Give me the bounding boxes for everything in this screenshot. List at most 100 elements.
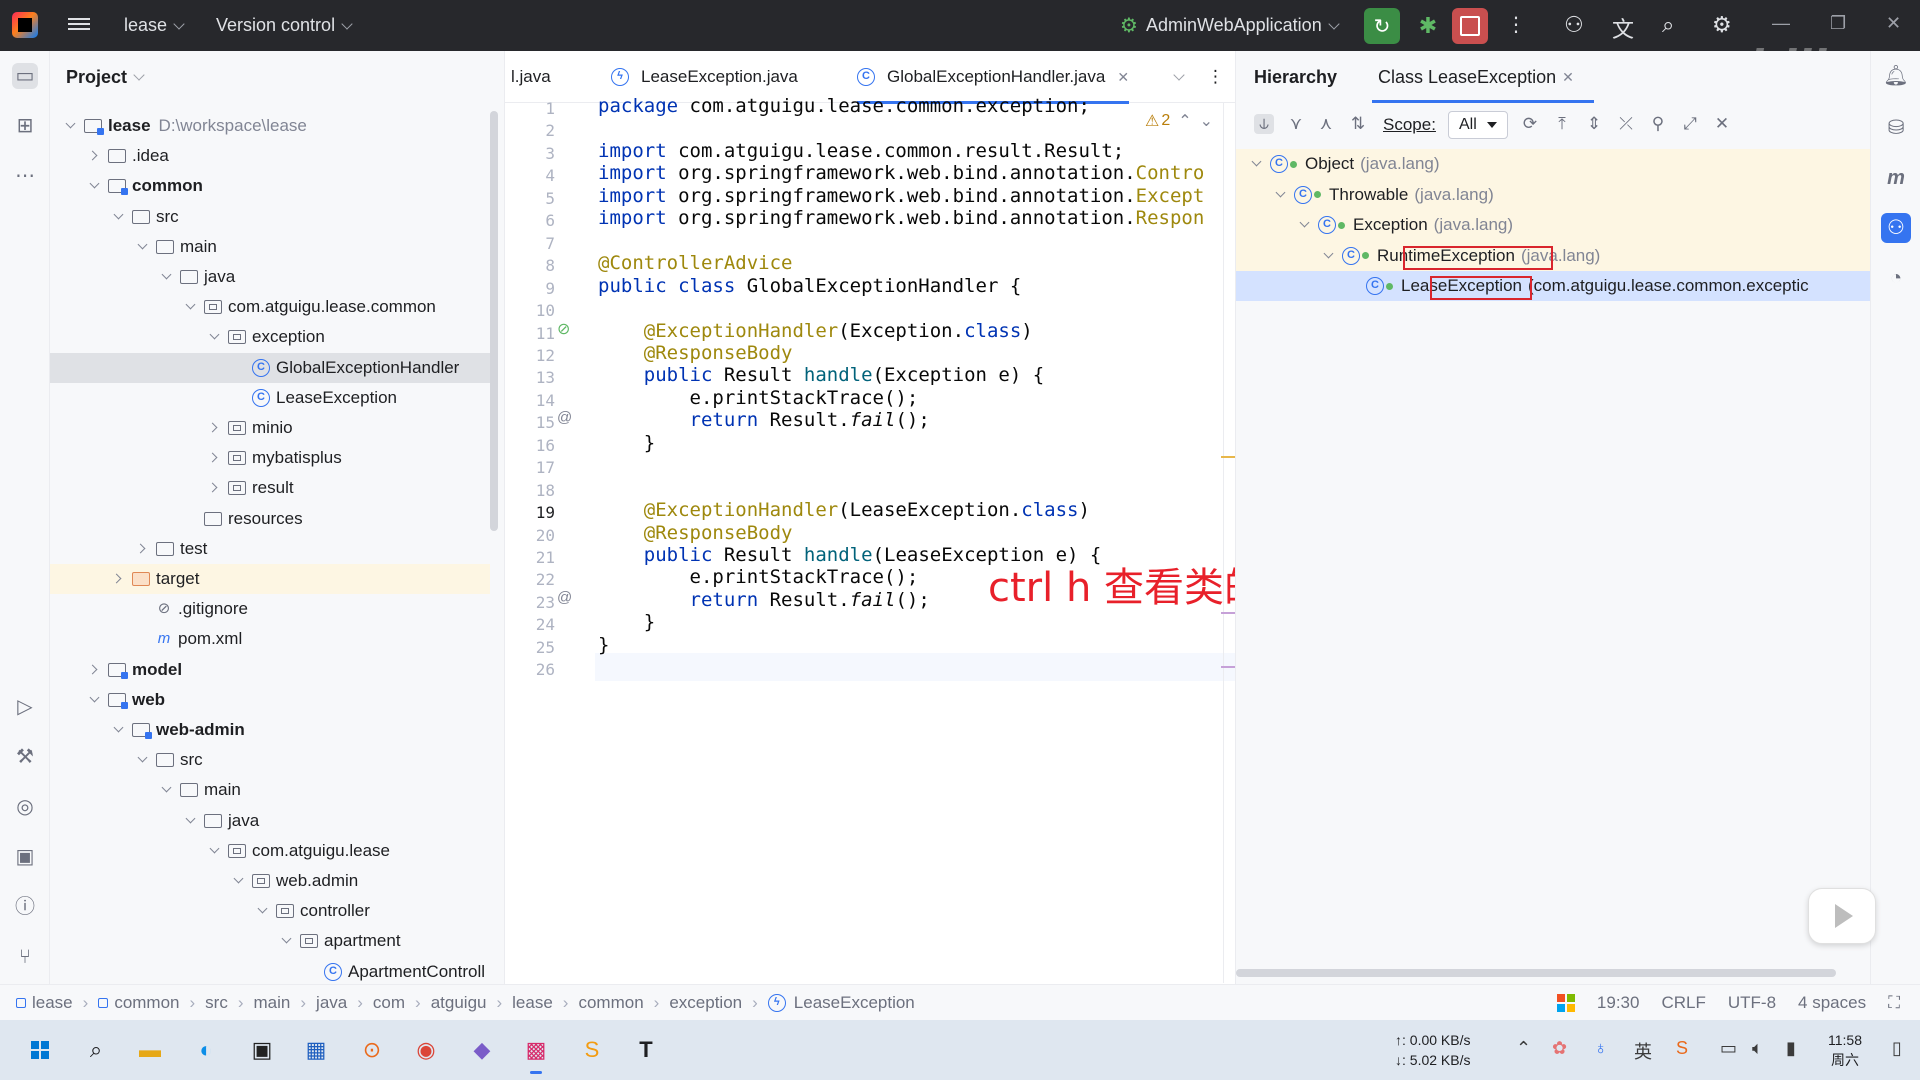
tree-item-test[interactable]: test	[50, 534, 490, 564]
tree-item-web-admin[interactable]: web-admin	[50, 715, 490, 745]
chevron-down-icon[interactable]	[208, 844, 222, 858]
store-icon[interactable]: ▦	[298, 1032, 334, 1068]
tree-item-main[interactable]: main	[50, 232, 490, 262]
tree-item-com-atguigu-lease-common[interactable]: com.atguigu.lease.common	[50, 292, 490, 322]
chevron-down-icon[interactable]	[184, 300, 198, 314]
chevron-down-icon[interactable]	[1274, 188, 1288, 202]
hierarchy-item-throwable[interactable]: C Throwable (java.lang)	[1236, 180, 1871, 210]
database-icon[interactable]: ⛁	[1881, 113, 1911, 143]
tree-item-idea[interactable]: .idea	[50, 141, 490, 171]
settings-gear-icon[interactable]: ⚙	[1712, 12, 1732, 38]
caret-position[interactable]: 19:30	[1597, 993, 1640, 1013]
chevron-down-icon[interactable]: ⌄	[1200, 111, 1213, 131]
code-line[interactable]: package com.atguigu.lease.common.excepti…	[598, 95, 1090, 117]
chevron-right-icon[interactable]	[136, 542, 150, 556]
tree-item-com-atguigu-lease[interactable]: com.atguigu.lease	[50, 836, 490, 866]
tree-item-pom-xml[interactable]: m pom.xml	[50, 624, 490, 654]
chevron-right-icon[interactable]	[208, 421, 222, 435]
tree-item-result[interactable]: result	[50, 473, 490, 503]
chevron-down-icon[interactable]	[1250, 157, 1264, 171]
code-line[interactable]: }	[598, 611, 655, 633]
chevron-right-icon[interactable]	[208, 481, 222, 495]
change-marker[interactable]	[1221, 666, 1235, 668]
supertypes-icon[interactable]: ⋎	[1286, 114, 1306, 134]
code-line[interactable]: return Result.fail();	[598, 409, 930, 431]
project-vertical-scrollbar[interactable]	[490, 111, 498, 531]
chevron-right-icon[interactable]	[208, 451, 222, 465]
chevron-down-icon[interactable]	[112, 723, 126, 737]
display-icon[interactable]: ▭	[1720, 1038, 1737, 1059]
maven-icon[interactable]: m	[1881, 163, 1911, 193]
stop-button[interactable]	[1452, 8, 1488, 44]
run-config-selector[interactable]: ⚙ AdminWebApplication	[1120, 0, 1340, 51]
hierarchy-item-exception[interactable]: C Exception (java.lang)	[1236, 210, 1871, 240]
build-hammer-icon[interactable]: ⚒	[12, 744, 38, 770]
refresh-icon[interactable]: ⟳	[1520, 114, 1540, 134]
breadcrumb-item[interactable]: common	[98, 993, 180, 1013]
tray-chinese-icon[interactable]: 英	[1634, 1038, 1652, 1064]
code-line[interactable]: import com.atguigu.lease.common.result.R…	[598, 140, 1124, 162]
breadcrumb-item[interactable]: exception	[669, 993, 742, 1013]
terminal-app-icon[interactable]: ▣	[244, 1032, 280, 1068]
tray-app-icon[interactable]: ✿	[1552, 1038, 1567, 1059]
pin-icon[interactable]: ⚲	[1648, 114, 1668, 134]
expand-all-icon[interactable]: ⇕	[1584, 114, 1604, 134]
tree-item-java[interactable]: java	[50, 262, 490, 292]
chevron-down-icon[interactable]	[1298, 218, 1312, 232]
export-icon[interactable]: ⤒	[1552, 114, 1572, 134]
breadcrumb-item[interactable]: common	[578, 993, 643, 1013]
microphone-icon[interactable]: ♁	[1594, 1038, 1608, 1059]
tree-item-src[interactable]: src	[50, 745, 490, 775]
breadcrumb-item[interactable]: ϟ LeaseException	[767, 993, 915, 1013]
indent-setting[interactable]: 4 spaces	[1798, 993, 1866, 1013]
tree-item-src[interactable]: src	[50, 202, 490, 232]
chevron-right-icon[interactable]	[112, 572, 126, 586]
chevron-down-icon[interactable]	[184, 814, 198, 828]
rerun-button[interactable]	[1364, 8, 1400, 44]
code-line[interactable]: e.printStackTrace();	[598, 566, 919, 588]
video-play-button[interactable]	[1808, 888, 1876, 944]
chevron-right-icon[interactable]	[88, 149, 102, 163]
more-actions-icon[interactable]: ⋮	[1506, 12, 1526, 37]
tab-l-java[interactable]: l.java	[511, 51, 551, 103]
tree-item-gitignore[interactable]: ⊘ .gitignore	[50, 594, 490, 624]
readonly-lock-icon[interactable]: ⛶	[1888, 993, 1900, 1013]
code-line[interactable]: public class GlobalExceptionHandler {	[598, 275, 1021, 297]
code-line[interactable]: return Result.fail();	[598, 589, 930, 611]
breadcrumb-item[interactable]: lease	[16, 993, 73, 1013]
code-line[interactable]: import org.springframework.web.bind.anno…	[598, 207, 1204, 229]
subtypes-icon[interactable]: ⋏	[1316, 114, 1336, 134]
translate-icon[interactable]: 文	[1612, 12, 1634, 44]
services-icon[interactable]: ◎	[12, 794, 38, 820]
chevron-down-icon[interactable]	[208, 330, 222, 344]
close-icon[interactable]: ✕	[1562, 69, 1574, 86]
tree-item-leaseexception[interactable]: C LeaseException	[50, 383, 490, 413]
line-separator[interactable]: CRLF	[1661, 993, 1705, 1013]
chevron-down-icon[interactable]	[136, 753, 150, 767]
code-line[interactable]: @ControllerAdvice	[598, 252, 792, 274]
volume-icon[interactable]: 🔈︎	[1752, 1038, 1763, 1059]
hierarchy-item-object[interactable]: C Object (java.lang)	[1236, 149, 1871, 179]
code-line[interactable]: }	[598, 634, 609, 656]
feishu-icon[interactable]: ◆	[464, 1032, 500, 1068]
sort-alpha-icon[interactable]: ⇅	[1348, 114, 1368, 134]
open-in-window-icon[interactable]: ⤢	[1680, 114, 1700, 134]
breadcrumb-item[interactable]: src	[205, 993, 228, 1013]
breadcrumb-item[interactable]: com	[373, 993, 405, 1013]
tree-item-apartment[interactable]: apartment	[50, 926, 490, 956]
tabs-dropdown[interactable]	[1173, 51, 1185, 103]
warning-marker[interactable]	[1221, 456, 1235, 458]
code-line[interactable]: @ExceptionHandler(Exception.class)	[598, 320, 1033, 342]
breadcrumb-item[interactable]: java	[316, 993, 347, 1013]
minimize-icon[interactable]: —	[1772, 13, 1790, 34]
chevron-down-icon[interactable]	[1322, 249, 1336, 263]
problems-icon[interactable]: ⓘ	[12, 894, 38, 920]
main-menu-icon[interactable]	[68, 15, 90, 35]
code-line[interactable]: }	[598, 432, 655, 454]
tray-sogou-icon[interactable]: S	[1676, 1038, 1688, 1059]
editor-scrollbar[interactable]	[1223, 103, 1224, 983]
add-user-icon[interactable]: ⚇	[1564, 12, 1584, 38]
plugin-icon[interactable]: ◔	[1881, 263, 1911, 293]
tree-item-web-admin[interactable]: web.admin	[50, 866, 490, 896]
chevron-right-icon[interactable]	[88, 663, 102, 677]
